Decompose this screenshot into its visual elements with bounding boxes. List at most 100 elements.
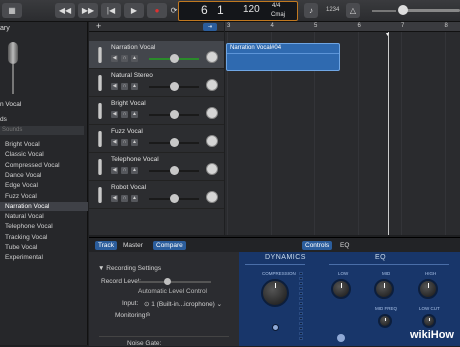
- track-header[interactable]: Robot Vocal ◀ ∩ ▲: [89, 181, 224, 209]
- headphones-icon[interactable]: ∩: [121, 111, 128, 118]
- mute-icon[interactable]: ◀: [111, 139, 118, 146]
- headphones-icon[interactable]: ∩: [121, 139, 128, 146]
- audio-region[interactable]: Narration Vocal#04: [226, 43, 340, 71]
- add-track-icon[interactable]: +: [96, 21, 101, 31]
- headphones-icon[interactable]: ∩: [121, 55, 128, 62]
- microphone-icon: [4, 42, 22, 97]
- eq-low-button[interactable]: [337, 334, 345, 342]
- meter-led: [299, 277, 303, 280]
- library-button[interactable]: ▦: [2, 3, 22, 18]
- meter-led: [299, 332, 303, 335]
- tab-eq[interactable]: EQ: [337, 241, 352, 250]
- smart-controls-icon[interactable]: ⇥: [203, 23, 217, 31]
- rewind-button[interactable]: ◀◀: [55, 3, 75, 18]
- dynamics-title: DYNAMICS: [265, 254, 306, 261]
- patch-item[interactable]: Tube Vocal: [0, 243, 88, 252]
- patch-item[interactable]: Fuzz Vocal: [0, 192, 88, 201]
- pan-knob[interactable]: [206, 135, 218, 147]
- eq-low-knob[interactable]: [331, 279, 351, 299]
- ruler[interactable]: 3 4 5 6 7 8: [225, 22, 460, 32]
- headphones-icon[interactable]: ∩: [121, 83, 128, 90]
- record-button[interactable]: ●: [147, 3, 167, 18]
- meter-led: [299, 302, 303, 305]
- record-level-slider[interactable]: [137, 281, 211, 283]
- pan-knob[interactable]: [206, 79, 218, 91]
- go-to-beginning-button[interactable]: |◀: [101, 3, 121, 18]
- track-header[interactable]: Telephone Vocal ◀ ∩ ▲: [89, 153, 224, 181]
- patch-item[interactable]: Compressed Vocal: [0, 161, 88, 170]
- track-header[interactable]: Fuzz Vocal ◀ ∩ ▲: [89, 125, 224, 153]
- recording-settings-title[interactable]: ▼ Recording Settings: [98, 265, 161, 272]
- compression-knob[interactable]: [261, 279, 289, 307]
- patch-item[interactable]: Narration Vocal: [0, 201, 88, 211]
- track-name: Narration Vocal: [111, 44, 156, 51]
- pan-knob[interactable]: [206, 51, 218, 63]
- record-enable-icon[interactable]: ▲: [131, 195, 138, 202]
- record-enable-icon[interactable]: ▲: [131, 55, 138, 62]
- monitoring-icon[interactable]: ⍝: [146, 311, 150, 319]
- play-button[interactable]: ▶: [124, 3, 144, 18]
- bar-number: 4: [270, 23, 274, 29]
- microphone-icon: [98, 75, 102, 91]
- eq-low-cut-knob[interactable]: [422, 314, 436, 328]
- volume-knob[interactable]: [170, 194, 179, 203]
- tab-compare[interactable]: Compare: [153, 241, 186, 250]
- track-header[interactable]: Narration Vocal ◀ ∩ ▲: [89, 41, 224, 69]
- record-enable-icon[interactable]: ▲: [131, 83, 138, 90]
- watermark: wikiHow: [409, 329, 454, 341]
- record-enable-icon[interactable]: ▲: [131, 139, 138, 146]
- volume-knob[interactable]: [170, 82, 179, 91]
- track-header[interactable]: Bright Vocal ◀ ∩ ▲: [89, 97, 224, 125]
- bar-gridline: [444, 32, 446, 235]
- fast-forward-button[interactable]: ▶▶: [78, 3, 98, 18]
- mute-icon[interactable]: ◀: [111, 83, 118, 90]
- master-volume-slider[interactable]: [402, 9, 460, 12]
- record-enable-icon[interactable]: ▲: [131, 167, 138, 174]
- headphones-icon[interactable]: ∩: [121, 167, 128, 174]
- patch-item[interactable]: Tracking Vocal: [0, 233, 88, 242]
- mute-icon[interactable]: ◀: [111, 55, 118, 62]
- bar-gridline: [401, 32, 402, 235]
- mute-icon[interactable]: ◀: [111, 111, 118, 118]
- playhead[interactable]: [388, 32, 389, 235]
- pan-knob[interactable]: [206, 107, 218, 119]
- auto-level-control[interactable]: Automatic Level Control: [138, 288, 207, 295]
- patch-item[interactable]: Classic Vocal: [0, 150, 88, 159]
- patch-item[interactable]: Natural Vocal: [0, 212, 88, 221]
- playhead-icon[interactable]: ▾: [386, 31, 389, 38]
- tab-master[interactable]: Master: [120, 241, 146, 250]
- eq-mid-freq-knob[interactable]: [378, 314, 392, 328]
- volume-knob[interactable]: [170, 166, 179, 175]
- record-enable-icon[interactable]: ▲: [131, 111, 138, 118]
- eq-mid-knob[interactable]: [374, 279, 394, 299]
- tab-track[interactable]: Track: [95, 241, 118, 250]
- tab-controls[interactable]: Controls: [302, 241, 333, 250]
- tuner-icon[interactable]: ♪: [304, 3, 318, 18]
- pan-knob[interactable]: [206, 163, 218, 175]
- pan-knob[interactable]: [206, 191, 218, 203]
- master-volume-knob[interactable]: [398, 5, 408, 15]
- compression-button[interactable]: [272, 324, 279, 331]
- tracks-area[interactable]: 3 4 5 6 7 8 ▾ Narration Vocal#04: [225, 22, 460, 235]
- metronome-icon[interactable]: △: [346, 3, 360, 18]
- record-level-knob[interactable]: [164, 278, 171, 285]
- track-header[interactable]: Natural Stereo ◀ ∩ ▲: [89, 69, 224, 97]
- volume-knob[interactable]: [170, 54, 179, 63]
- patch-item[interactable]: Edge Vocal: [0, 181, 88, 190]
- lcd-display[interactable]: 6 1 120 4/4 Cmaj: [178, 1, 298, 21]
- patch-item[interactable]: Experimental: [0, 253, 88, 262]
- lcd-signature: 4/4: [272, 3, 281, 9]
- eq-high-knob[interactable]: [418, 279, 438, 299]
- count-in-label[interactable]: 1234: [326, 7, 339, 13]
- cycle-icon[interactable]: ⟳: [170, 3, 178, 18]
- patch-item[interactable]: Telephone Vocal: [0, 222, 88, 231]
- mute-icon[interactable]: ◀: [111, 167, 118, 174]
- patch-item[interactable]: Bright Vocal: [0, 140, 88, 149]
- input-select[interactable]: ⊙ 1 (Built-in...icrophone) ⌄: [144, 300, 222, 308]
- volume-knob[interactable]: [170, 138, 179, 147]
- mute-icon[interactable]: ◀: [111, 195, 118, 202]
- patch-item[interactable]: Dance Vocal: [0, 171, 88, 180]
- master-volume-track: [372, 10, 396, 12]
- volume-knob[interactable]: [170, 110, 179, 119]
- headphones-icon[interactable]: ∩: [121, 195, 128, 202]
